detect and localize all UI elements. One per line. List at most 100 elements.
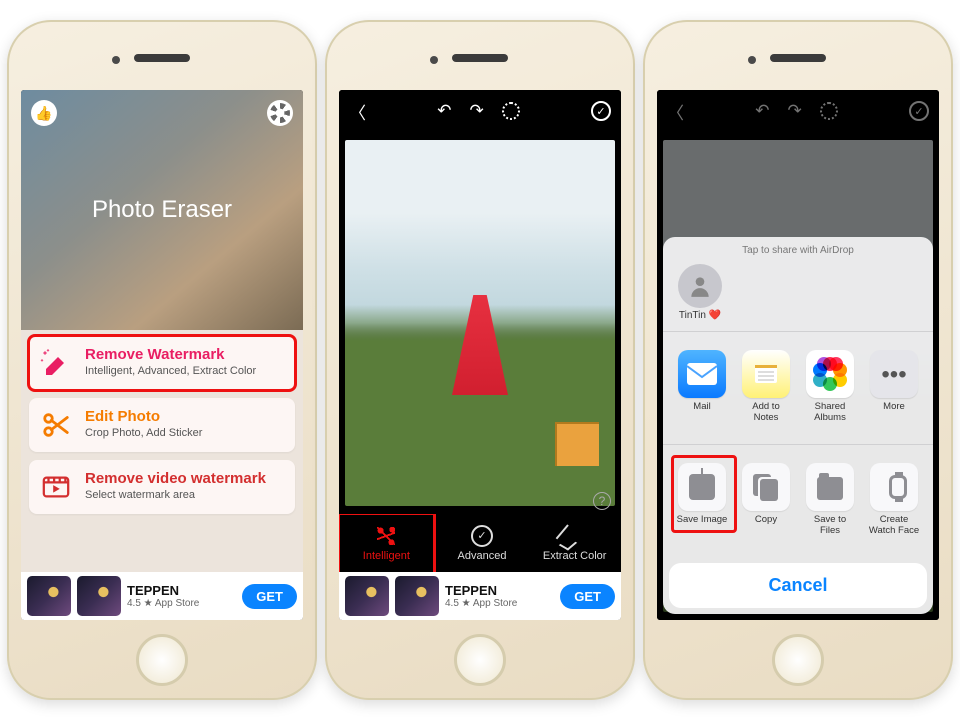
screen-editor: 〈 ↶ ↷ ✓ ? Intelligent <box>339 90 621 620</box>
undo-icon[interactable]: ↶ <box>437 101 451 121</box>
avatar-icon <box>678 264 722 308</box>
action-copy[interactable]: Copy <box>739 463 793 537</box>
more-icon: ••• <box>870 350 918 398</box>
action-save-image[interactable]: Save Image <box>675 463 729 537</box>
app-label: Mail <box>693 402 710 413</box>
redo-icon[interactable]: ↷ <box>470 101 484 121</box>
scissors-icon <box>39 408 73 442</box>
card-remove-watermark[interactable]: Remove Watermark Intelligent, Advanced, … <box>29 336 295 390</box>
eyedropper-icon <box>564 525 586 547</box>
home-button[interactable] <box>136 634 188 686</box>
undo-icon: ↶ <box>755 101 769 121</box>
copy-icon <box>742 463 790 511</box>
cancel-button[interactable]: Cancel <box>669 563 927 608</box>
action-label: Copy <box>755 515 777 526</box>
ad-name: TEPPEN <box>445 583 517 598</box>
action-watch-face[interactable]: Create Watch Face <box>867 463 921 537</box>
watermark-selection[interactable] <box>555 422 599 466</box>
ad-sub: 4.5 ★ App Store <box>445 598 517 609</box>
folder-icon <box>806 463 854 511</box>
ad-thumb-icon <box>345 576 389 616</box>
ad-thumb-icon <box>27 576 71 616</box>
notes-icon <box>742 350 790 398</box>
card-title: Remove video watermark <box>85 470 285 487</box>
processing-icon <box>502 102 520 120</box>
phone-speaker <box>134 54 190 62</box>
action-label: Save to Files <box>803 515 857 537</box>
app-label: Shared Albums <box>803 402 857 424</box>
ad-sub: 4.5 ★ App Store <box>127 598 199 609</box>
airdrop-section: Tap to share with AirDrop TinTin ❤️ <box>663 237 933 332</box>
tab-extract-color[interactable]: Extract Color <box>528 514 621 572</box>
screen-home: 👍 Photo Eraser Remove Watermark Intellig… <box>21 90 303 620</box>
phone-speaker <box>770 54 826 62</box>
share-notes[interactable]: Add to Notes <box>739 350 793 424</box>
ad-banner[interactable]: TEPPEN 4.5 ★ App Store GET <box>339 572 621 620</box>
photos-icon <box>806 350 854 398</box>
confirm-icon: ✓ <box>909 101 929 121</box>
phone-camera <box>430 56 438 64</box>
card-subtitle: Select watermark area <box>85 489 285 501</box>
card-subtitle: Intelligent, Advanced, Extract Color <box>85 365 285 377</box>
watch-icon <box>870 463 918 511</box>
home-button[interactable] <box>772 634 824 686</box>
confirm-icon[interactable]: ✓ <box>591 101 611 121</box>
phone-camera <box>748 56 756 64</box>
airdrop-hint: Tap to share with AirDrop <box>742 245 854 256</box>
share-actions-section: Save Image Copy Save to Files Create Wat… <box>663 445 933 559</box>
ad-name: TEPPEN <box>127 583 199 598</box>
ad-thumb-icon <box>77 576 121 616</box>
action-label: Create Watch Face <box>867 515 921 537</box>
hero-banner: 👍 Photo Eraser <box>21 90 303 330</box>
photo-canvas[interactable]: ? <box>339 132 621 514</box>
tab-label: Advanced <box>458 550 507 562</box>
home-button[interactable] <box>454 634 506 686</box>
phone-camera <box>112 56 120 64</box>
share-mail[interactable]: Mail <box>675 350 729 424</box>
advanced-icon <box>471 525 493 547</box>
airdrop-contact[interactable]: TinTin ❤️ <box>669 264 731 321</box>
share-apps-section: Mail Add to Notes <box>663 332 933 445</box>
like-button[interactable]: 👍 <box>31 100 57 126</box>
tab-intelligent[interactable]: Intelligent <box>339 512 436 572</box>
card-title: Remove Watermark <box>85 346 285 363</box>
editor-topbar-dimmed: 〈 ↶ ↷ ✓ <box>657 90 939 132</box>
share-sheet: Tap to share with AirDrop TinTin ❤️ Mail <box>663 237 933 614</box>
edited-photo <box>345 140 615 506</box>
app-title: Photo Eraser <box>92 196 232 224</box>
intelligent-icon <box>375 525 397 547</box>
app-label: More <box>883 402 905 413</box>
card-subtitle: Crop Photo, Add Sticker <box>85 427 285 439</box>
tab-label: Intelligent <box>363 550 410 562</box>
tab-label: Extract Color <box>543 550 607 562</box>
share-more[interactable]: ••• More <box>867 350 921 424</box>
action-save-files[interactable]: Save to Files <box>803 463 857 537</box>
share-shared-albums[interactable]: Shared Albums <box>803 350 857 424</box>
card-title: Edit Photo <box>85 408 285 425</box>
processing-icon <box>820 102 838 120</box>
back-icon[interactable]: 〈 <box>349 99 366 124</box>
mail-icon <box>678 350 726 398</box>
card-edit-photo[interactable]: Edit Photo Crop Photo, Add Sticker <box>29 398 295 452</box>
back-icon: 〈 <box>667 99 684 124</box>
save-image-icon <box>678 463 726 511</box>
settings-button[interactable] <box>267 100 293 126</box>
ad-get-button[interactable]: GET <box>242 584 297 609</box>
screen-share: 〈 ↶ ↷ ✓ Tap to share with AirDrop TinTin … <box>657 90 939 620</box>
gear-icon <box>270 103 290 123</box>
ad-banner[interactable]: TEPPEN 4.5 ★ App Store GET <box>21 572 303 620</box>
help-icon[interactable]: ? <box>593 492 611 510</box>
editor-topbar: 〈 ↶ ↷ ✓ <box>339 90 621 132</box>
tab-advanced[interactable]: Advanced <box>436 514 529 572</box>
phone-speaker <box>452 54 508 62</box>
ad-text: TEPPEN 4.5 ★ App Store <box>127 583 199 609</box>
redo-icon: ↷ <box>788 101 802 121</box>
eraser-icon <box>39 346 73 380</box>
photo-subject <box>452 295 508 395</box>
phone-frame-3: 〈 ↶ ↷ ✓ Tap to share with AirDrop TinTin … <box>643 20 953 700</box>
app-label: Add to Notes <box>739 402 793 424</box>
ad-thumb-icon <box>395 576 439 616</box>
editor-tabs: Intelligent Advanced Extract Color <box>339 514 621 572</box>
card-remove-video-watermark[interactable]: Remove video watermark Select watermark … <box>29 460 295 514</box>
ad-get-button[interactable]: GET <box>560 584 615 609</box>
